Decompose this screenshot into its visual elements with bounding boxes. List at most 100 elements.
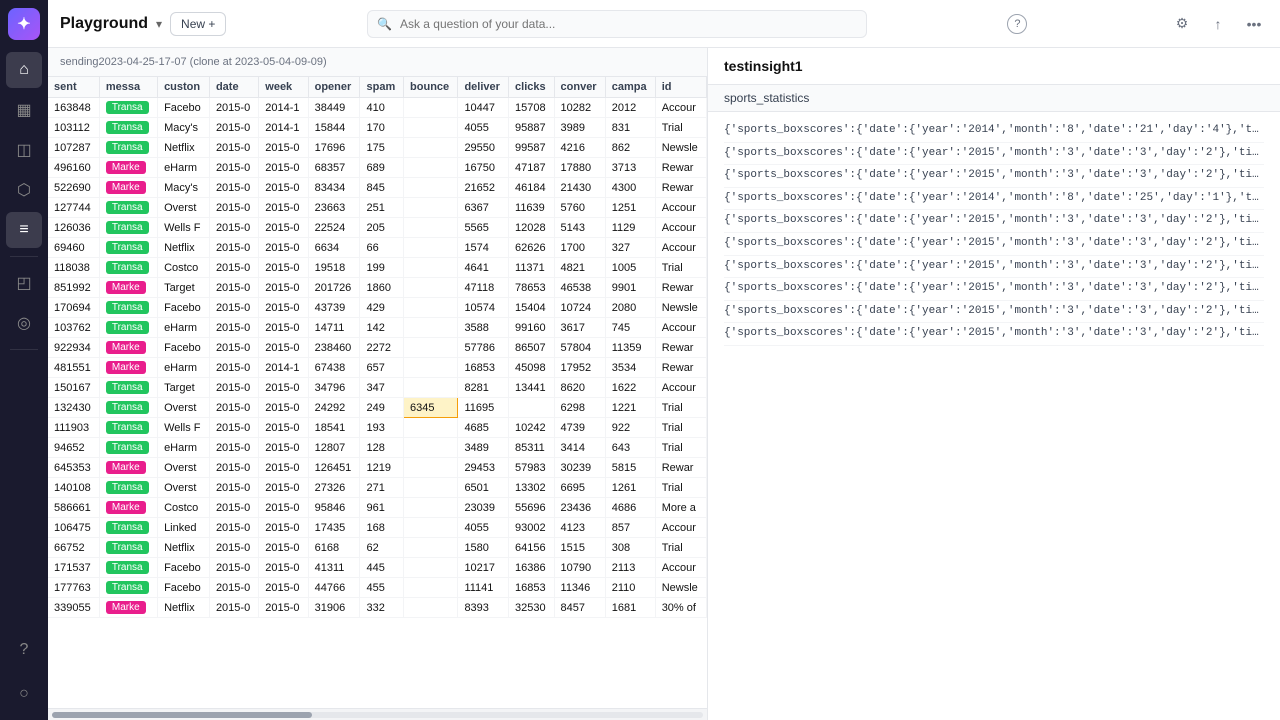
cell-deliver: 21652 [458,178,509,198]
table-row[interactable]: 126036TransaWells F2015-02015-0225242055… [48,218,707,238]
cell-clicks: 99587 [509,138,555,158]
settings-icon[interactable]: ⚙ [1168,10,1196,38]
table-row[interactable]: 150167TransaTarget2015-02015-03479634782… [48,378,707,398]
table-row[interactable]: 132430TransaOverst2015-02015-02429224963… [48,398,707,418]
cell-deliver: 10447 [458,98,509,118]
cell-spam: 2272 [360,338,404,358]
sidebar-item-widgets[interactable]: ◫ [6,132,42,168]
cell-sent: 127744 [48,198,99,218]
table-row[interactable]: 922934MarkeFacebo2015-02015-023846022725… [48,338,707,358]
cell-bounce [404,318,458,338]
cell-id: More a [655,498,706,518]
cell-custon: Netflix [158,598,210,618]
sidebar-item-user[interactable]: ○ [6,676,42,712]
more-icon[interactable]: ••• [1240,10,1268,38]
col-week[interactable]: week [259,77,308,98]
table-row[interactable]: 645353MarkeOverst2015-02015-012645112192… [48,458,707,478]
cell-clicks: 55696 [509,498,555,518]
scrollbar-track [52,712,703,718]
col-messa[interactable]: messa [99,77,157,98]
table-row[interactable]: 339055MarkeNetflix2015-02015-03190633283… [48,598,707,618]
sidebar-item-queries[interactable]: ≡ [6,212,42,248]
col-conver[interactable]: conver [554,77,605,98]
cell-opener: 126451 [308,458,360,478]
sidebar-item-data[interactable]: ⬡ [6,172,42,208]
cell-id: Trial [655,398,706,418]
new-button[interactable]: New + [170,12,226,36]
table-container[interactable]: sent messa custon date week opener spam … [48,77,707,708]
cell-campa: 1221 [605,398,655,418]
cell-campa: 3713 [605,158,655,178]
search-input[interactable] [367,10,867,38]
table-row[interactable]: 69460TransaNetflix2015-02015-06634661574… [48,238,707,258]
col-custon[interactable]: custon [158,77,210,98]
sidebar-item-reports[interactable]: ◰ [6,265,42,301]
table-row[interactable]: 127744TransaOverst2015-02015-02366325163… [48,198,707,218]
table-row[interactable]: 163848TransaFacebo2015-02014-13844941010… [48,98,707,118]
table-row[interactable]: 586661MarkeCostco2015-02015-095846961230… [48,498,707,518]
cell-clicks: 86507 [509,338,555,358]
col-bounce[interactable]: bounce [404,77,458,98]
table-row[interactable]: 118038TransaCostco2015-02015-01951819946… [48,258,707,278]
sidebar-divider-2 [10,349,38,350]
cell-spam: 66 [360,238,404,258]
table-row[interactable]: 496160MarkeeHarm2015-02015-0683576891675… [48,158,707,178]
title-dropdown-arrow[interactable]: ▾ [156,17,162,31]
col-sent[interactable]: sent [48,77,99,98]
cell-date: 2015-0 [209,378,258,398]
cell-sent: 103762 [48,318,99,338]
cell-opener: 83434 [308,178,360,198]
col-id[interactable]: id [655,77,706,98]
cell-id: Accour [655,318,706,338]
cell-conver: 4739 [554,418,605,438]
cell-date: 2015-0 [209,218,258,238]
table-row[interactable]: 103112TransaMacy's2015-02014-11584417040… [48,118,707,138]
cell-deliver: 11695 [458,398,509,418]
cell-conver: 1515 [554,538,605,558]
col-deliver[interactable]: deliver [458,77,509,98]
cell-week: 2015-0 [259,318,308,338]
cell-sent: 339055 [48,598,99,618]
cell-opener: 17696 [308,138,360,158]
cell-conver: 8457 [554,598,605,618]
table-row[interactable]: 66752TransaNetflix2015-02015-06168621580… [48,538,707,558]
cell-campa: 1622 [605,378,655,398]
cell-clicks: 13441 [509,378,555,398]
sidebar-item-home[interactable]: ⌂ [6,52,42,88]
table-row[interactable]: 177763TransaFacebo2015-02015-04476645511… [48,578,707,598]
table-row[interactable]: 481551MarkeeHarm2015-02014-1674386571685… [48,358,707,378]
cell-campa: 11359 [605,338,655,358]
cell-campa: 4300 [605,178,655,198]
sidebar-item-dashboards[interactable]: ▦ [6,92,42,128]
share-icon[interactable]: ↑ [1204,10,1232,38]
table-row[interactable]: 107287TransaNetflix2015-02015-0176961752… [48,138,707,158]
table-row[interactable]: 171537TransaFacebo2015-02015-04131144510… [48,558,707,578]
sidebar-item-help[interactable]: ? [6,632,42,668]
table-row[interactable]: 106475TransaLinked2015-02015-01743516840… [48,518,707,538]
horizontal-scrollbar[interactable] [48,708,707,720]
table-row[interactable]: 94652TransaeHarm2015-02015-0128071283489… [48,438,707,458]
table-row[interactable]: 522690MarkeMacy's2015-02015-083434845216… [48,178,707,198]
table-row[interactable]: 140108TransaOverst2015-02015-02732627165… [48,478,707,498]
table-row[interactable]: 111903TransaWells F2015-02015-0185411934… [48,418,707,438]
topbar-actions: ⚙ ↑ ••• [1168,10,1268,38]
cell-opener: 34796 [308,378,360,398]
cell-campa: 862 [605,138,655,158]
cell-date: 2015-0 [209,558,258,578]
col-date[interactable]: date [209,77,258,98]
table-row[interactable]: 170694TransaFacebo2015-02015-04373942910… [48,298,707,318]
col-spam[interactable]: spam [360,77,404,98]
sidebar-item-analytics[interactable]: ◎ [6,305,42,341]
col-campa[interactable]: campa [605,77,655,98]
cell-sent: 66752 [48,538,99,558]
cell-spam: 199 [360,258,404,278]
help-button[interactable]: ? [1007,14,1027,34]
table-row[interactable]: 103762TransaeHarm2015-02015-014711142358… [48,318,707,338]
table-row[interactable]: 851992MarkeTarget2015-02015-020172618604… [48,278,707,298]
cell-messa: Transa [99,538,157,558]
col-opener[interactable]: opener [308,77,360,98]
col-clicks[interactable]: clicks [509,77,555,98]
json-content[interactable]: {'sports_boxscores':{'date':{'year':'201… [708,112,1280,720]
cell-deliver: 6501 [458,478,509,498]
cell-campa: 2110 [605,578,655,598]
